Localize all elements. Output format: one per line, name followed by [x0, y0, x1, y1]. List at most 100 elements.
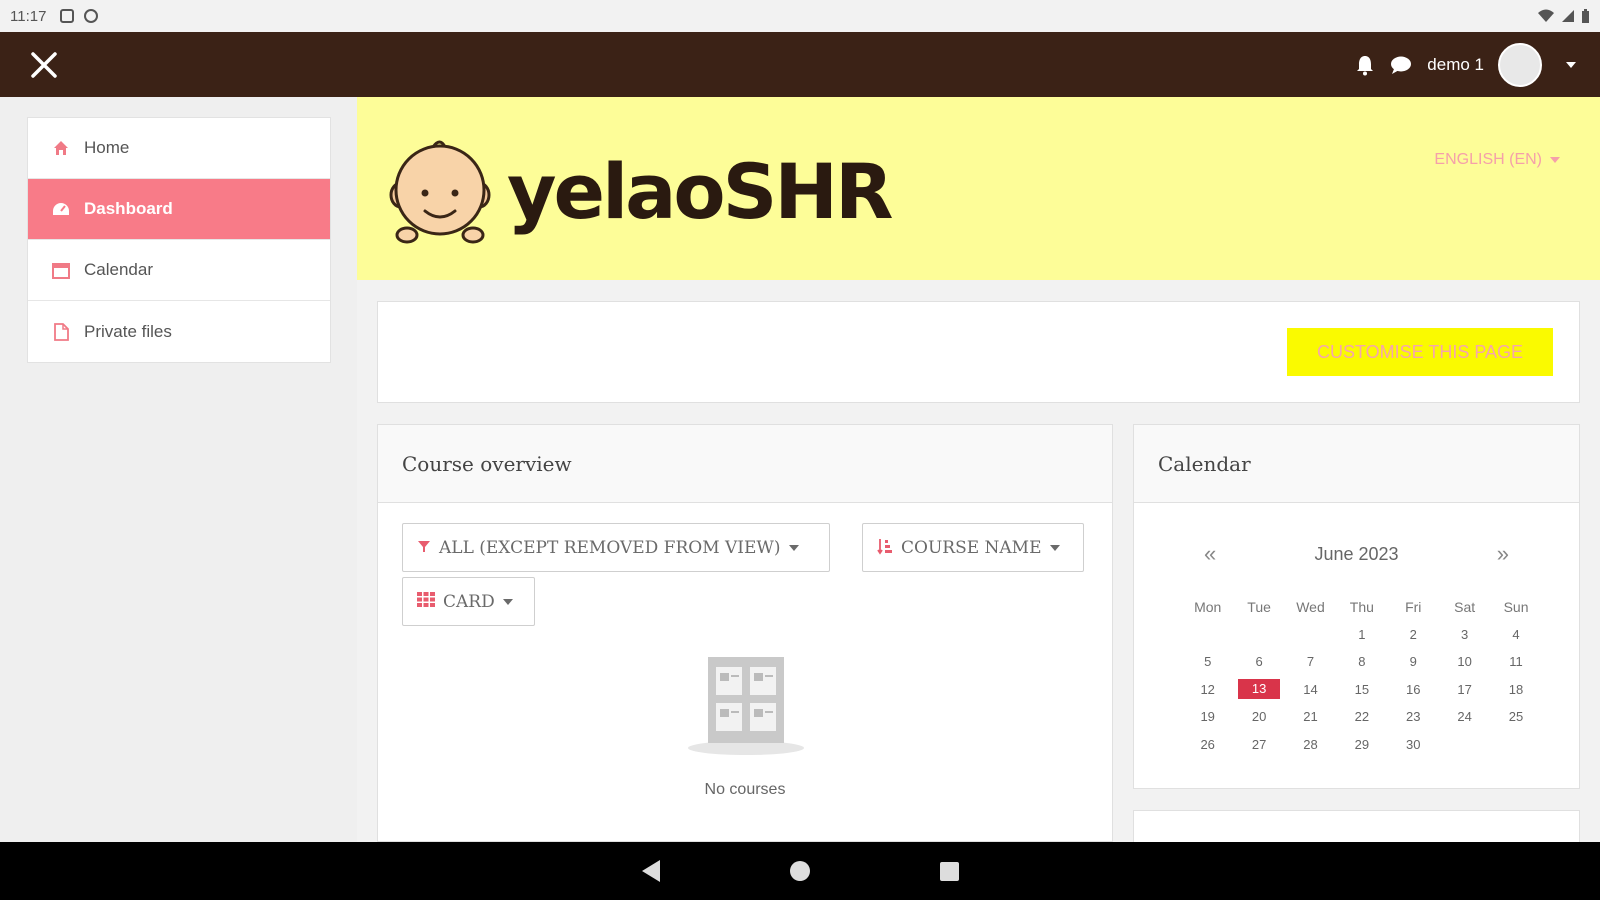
nav-drawer-list: Home Dashboard Calendar Private files — [27, 117, 331, 363]
calendar-cell: 7 — [1285, 654, 1336, 669]
calendar-day[interactable]: 10 — [1457, 654, 1471, 669]
language-label: ENGLISH (EN) — [1434, 151, 1542, 168]
calendar-title: Calendar — [1134, 425, 1579, 503]
calendar-cell: 15 — [1336, 682, 1387, 697]
calendar-day[interactable]: 18 — [1509, 682, 1523, 697]
calendar-cell: 16 — [1388, 682, 1439, 697]
calendar-cell: 17 — [1439, 682, 1490, 697]
calendar-cell: 22 — [1336, 709, 1387, 724]
grid-icon — [417, 592, 435, 611]
calendar-cell: 12 — [1182, 682, 1233, 697]
weekday-label: Tue — [1247, 598, 1271, 615]
home-icon — [52, 139, 70, 157]
sidebar-item-home[interactable]: Home — [28, 118, 330, 179]
calendar-month-label: June 2023 — [1314, 543, 1399, 564]
messages-icon[interactable] — [1389, 55, 1413, 75]
avatar[interactable] — [1498, 42, 1542, 87]
calendar-cell: 23 — [1388, 709, 1439, 724]
calendar-day[interactable]: 24 — [1457, 709, 1471, 724]
customise-page-button[interactable]: CUSTOMISE THIS PAGE — [1287, 328, 1553, 376]
calendar-day[interactable]: 27 — [1252, 737, 1266, 752]
calendar-day[interactable]: 14 — [1303, 682, 1317, 697]
calendar-cell: 26 — [1182, 737, 1233, 752]
sidebar-item-private-files[interactable]: Private files — [28, 301, 330, 362]
calendar-cell: 8 — [1336, 654, 1387, 669]
calendar-cell: 18 — [1490, 682, 1541, 697]
notification-icons — [60, 9, 99, 23]
close-drawer-button[interactable] — [24, 45, 64, 85]
calendar-day[interactable]: 23 — [1406, 709, 1420, 724]
calendar-day[interactable]: 7 — [1307, 654, 1314, 669]
previous-month-button[interactable]: « — [1204, 541, 1216, 567]
calendar-day[interactable]: 26 — [1200, 737, 1214, 752]
calendar-week-row: 1 2 3 4 — [1182, 621, 1542, 649]
calendar-cell: 24 — [1439, 709, 1490, 724]
weekday-label: Sat — [1454, 598, 1476, 615]
course-sort-dropdown[interactable]: COURSE NAME — [862, 523, 1084, 572]
calendar-day[interactable]: 1 — [1358, 627, 1365, 642]
course-sort-label: COURSE NAME — [901, 537, 1042, 558]
user-menu-area: demo 1 — [1355, 42, 1576, 87]
course-overview-title: Course overview — [378, 425, 1112, 503]
android-home-button[interactable] — [789, 861, 810, 881]
calendar-day[interactable]: 22 — [1355, 709, 1369, 724]
filter-icon — [417, 538, 431, 557]
calendar-day[interactable]: 11 — [1509, 654, 1523, 669]
calendar-cell: 30 — [1388, 737, 1439, 752]
top-navbar: demo 1 — [0, 32, 1600, 97]
calendar-cell: 3 — [1439, 627, 1490, 642]
baby-logo-icon — [389, 140, 491, 244]
calendar-cell: 21 — [1285, 709, 1336, 724]
calendar-day[interactable]: 17 — [1457, 682, 1471, 697]
android-recents-button[interactable] — [939, 861, 959, 881]
status-time: 11:17 — [10, 7, 47, 25]
sort-icon — [877, 537, 893, 559]
calendar-day[interactable]: 12 — [1200, 682, 1214, 697]
calendar-day[interactable]: 30 — [1406, 737, 1420, 752]
calendar-day[interactable]: 5 — [1204, 654, 1211, 669]
calendar-day[interactable]: 16 — [1406, 682, 1420, 697]
weekday-label: Fri — [1405, 598, 1422, 615]
calendar-day[interactable]: 21 — [1303, 709, 1317, 724]
calendar-day[interactable]: 20 — [1252, 709, 1266, 724]
calendar-weeks: 1 2 3 4 5 6 7 8 9 10 11 12 13 14 15 16 17 18 19 20 21 22 23 24 2… — [1182, 621, 1542, 759]
language-caret-icon — [1550, 157, 1560, 163]
calendar-day[interactable]: 2 — [1410, 627, 1417, 642]
course-view-dropdown[interactable]: CARD — [402, 577, 535, 626]
calendar-day[interactable]: 4 — [1512, 627, 1519, 642]
calendar-day[interactable]: 8 — [1358, 654, 1365, 669]
calendar-day-today[interactable]: 13 — [1238, 679, 1281, 700]
calendar-cell: 25 — [1490, 709, 1541, 724]
user-name[interactable]: demo 1 — [1427, 55, 1484, 75]
calendar-cell: 10 — [1439, 654, 1490, 669]
sidebar-item-label: Private files — [84, 321, 172, 341]
calendar-day[interactable]: 29 — [1355, 737, 1369, 752]
calendar-day[interactable]: 28 — [1303, 737, 1317, 752]
language-menu[interactable]: ENGLISH (EN) — [1434, 151, 1560, 169]
calendar-weekday-row: Mon Tue Wed Thu Fri Sat Sun — [1182, 593, 1542, 621]
calendar-day[interactable]: 15 — [1355, 682, 1369, 697]
calendar-month-nav: « June 2023 » — [1134, 541, 1579, 567]
notifications-bell-icon[interactable] — [1355, 54, 1375, 76]
calendar-week-row: 5 6 7 8 9 10 11 — [1182, 648, 1542, 676]
next-month-button[interactable]: » — [1497, 541, 1509, 567]
calendar-cell: 27 — [1233, 737, 1284, 752]
calendar-day[interactable]: 3 — [1461, 627, 1468, 642]
calendar-day[interactable]: 25 — [1509, 709, 1523, 724]
calendar-cell: 4 — [1490, 627, 1541, 642]
battery-icon — [1582, 8, 1589, 23]
calendar-block: Calendar « June 2023 » Mon Tue Wed Thu F… — [1133, 424, 1580, 789]
android-back-button[interactable] — [641, 860, 660, 882]
signal-icon — [1562, 10, 1574, 22]
calendar-day[interactable]: 19 — [1200, 709, 1214, 724]
sidebar-item-dashboard[interactable]: Dashboard — [28, 179, 330, 240]
calendar-day[interactable]: 6 — [1255, 654, 1262, 669]
calendar-grid: Mon Tue Wed Thu Fri Sat Sun 1 2 3 4 5 6 7 8 9 10 1… — [1182, 593, 1542, 758]
site-banner: yelaoSHR ENGLISH (EN) — [357, 97, 1600, 280]
user-menu-caret-icon[interactable] — [1566, 61, 1576, 68]
sidebar-item-calendar[interactable]: Calendar — [28, 240, 330, 301]
course-filter-dropdown[interactable]: ALL (EXCEPT REMOVED FROM VIEW) — [402, 523, 830, 572]
status-indicators — [1537, 8, 1590, 24]
calendar-day[interactable]: 9 — [1410, 654, 1417, 669]
calendar-cell: 9 — [1388, 654, 1439, 669]
